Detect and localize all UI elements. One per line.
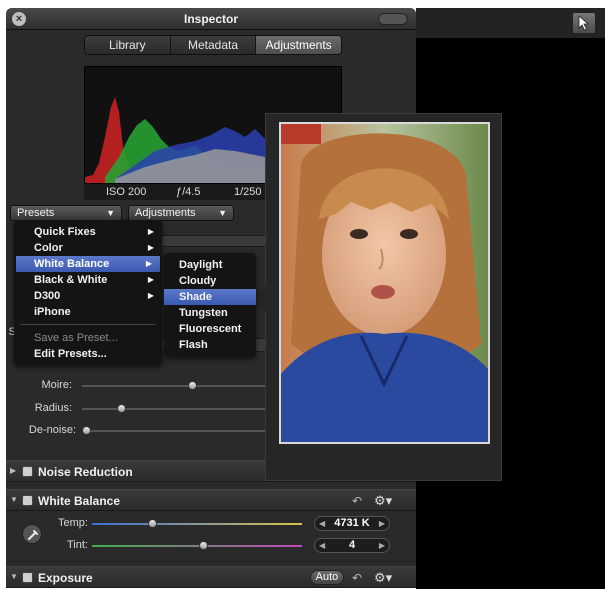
submenu-arrow-icon: ▶	[147, 291, 154, 300]
menu-item-cloudy[interactable]: Cloudy	[164, 273, 256, 289]
radius-slider-knob[interactable]	[117, 404, 127, 413]
menu-item-save-as-preset: Save as Preset...	[34, 332, 118, 344]
presets-dropdown[interactable]: Presets ▼	[10, 205, 122, 221]
submenu-arrow-icon: ▶	[147, 227, 154, 236]
menu-item-label: Black & White	[34, 274, 108, 286]
gear-icon[interactable]: ⚙▾	[374, 493, 392, 509]
tab-library[interactable]: Library	[85, 36, 171, 54]
decrement-icon[interactable]: ◀	[319, 517, 325, 530]
toolbar-toggle-button[interactable]	[378, 13, 408, 25]
hidden-control	[156, 235, 266, 247]
temp-value: 4731 K	[334, 517, 370, 529]
white-balance-header[interactable]: ▼ White Balance ↶ ⚙▾	[6, 489, 416, 511]
white-balance-title: White Balance	[38, 494, 121, 508]
submenu-arrow-icon: ▶	[147, 275, 154, 284]
submenu-arrow-icon: ▶	[147, 243, 154, 252]
submenu-arrow-icon: ▶	[145, 259, 152, 268]
menu-item-label: Quick Fixes	[34, 226, 96, 238]
temp-label: Temp:	[58, 517, 88, 529]
denoise-label: De-noise:	[28, 424, 76, 436]
presets-dropdown-label: Presets	[17, 207, 55, 219]
disclosure-triangle-icon[interactable]: ▶	[10, 466, 16, 475]
undo-icon[interactable]: ↶	[352, 571, 362, 585]
radius-slider[interactable]	[82, 408, 268, 410]
menu-item-white-balance[interactable]: White Balance ▶	[16, 256, 160, 272]
gear-icon[interactable]: ⚙▾	[374, 570, 392, 586]
noise-reduction-title: Noise Reduction	[38, 465, 133, 479]
tab-metadata[interactable]: Metadata	[171, 36, 257, 54]
menu-item-daylight[interactable]: Daylight	[164, 257, 256, 273]
tint-slider-knob[interactable]	[199, 541, 208, 550]
moire-slider[interactable]	[82, 385, 268, 387]
denoise-slider-knob[interactable]	[82, 426, 91, 435]
tint-label: Tint:	[67, 539, 88, 551]
exposure-header[interactable]: ▼ Exposure Auto ↶ ⚙▾	[6, 566, 416, 588]
menu-item-color[interactable]: Color ▶	[14, 240, 162, 256]
menu-item-fluorescent[interactable]: Fluorescent	[164, 321, 256, 337]
adjustments-dropdown[interactable]: Adjustments ▼	[128, 205, 234, 221]
tint-value-field[interactable]: ◀ 4 ▶	[314, 538, 390, 553]
tab-adjustments[interactable]: Adjustments	[256, 36, 341, 54]
chevron-down-icon: ▼	[106, 208, 115, 218]
disclosure-triangle-icon[interactable]: ▼	[10, 572, 18, 581]
tint-slider[interactable]	[92, 545, 302, 547]
menu-item-tungsten[interactable]: Tungsten	[164, 305, 256, 321]
menu-item-label: White Balance	[34, 258, 110, 270]
inspector-tabs: Library Metadata Adjustments	[84, 35, 342, 55]
preview-photo	[279, 122, 490, 444]
screenshot-stage: × Inspector Library Metadata Adjustments…	[0, 0, 605, 589]
menu-item-flash[interactable]: Flash	[164, 337, 256, 353]
iso-value: ISO 200	[106, 186, 147, 198]
temp-value-field[interactable]: ◀ 4731 K ▶	[314, 516, 390, 531]
radius-label: Radius:	[34, 402, 72, 414]
increment-icon[interactable]: ▶	[379, 539, 385, 552]
noise-reduction-checkbox[interactable]	[22, 466, 33, 477]
menu-separator	[20, 324, 156, 325]
exposure-title: Exposure	[38, 571, 93, 585]
undo-icon[interactable]: ↶	[352, 494, 362, 508]
presets-menu: Quick Fixes ▶ Color ▶ White Balance ▶ Bl…	[14, 220, 162, 365]
disclosure-triangle-icon[interactable]: ▼	[10, 495, 18, 504]
exposure-checkbox[interactable]	[22, 572, 33, 583]
white-balance-checkbox[interactable]	[22, 495, 33, 506]
inspector-titlebar: × Inspector	[6, 8, 416, 30]
shutter-value: 1/250	[234, 186, 262, 198]
menu-item-iphone[interactable]: iPhone	[14, 304, 162, 320]
menu-item-black-white[interactable]: Black & White ▶	[14, 272, 162, 288]
chevron-down-icon: ▼	[218, 208, 227, 218]
adjustments-dropdown-label: Adjustments	[135, 207, 196, 219]
auto-exposure-button[interactable]: Auto	[310, 570, 344, 585]
moire-slider-knob[interactable]	[188, 381, 198, 390]
menu-item-label: iPhone	[34, 306, 71, 318]
menu-item-label: D300	[34, 290, 61, 302]
menu-item-edit-presets[interactable]: Edit Presets...	[14, 346, 162, 362]
moire-label: Moire:	[41, 379, 72, 391]
decrement-icon[interactable]: ◀	[319, 539, 325, 552]
menu-item-label: Color	[34, 242, 63, 254]
menu-item-shade[interactable]: Shade	[164, 289, 256, 305]
white-balance-submenu: Daylight Cloudy Shade Tungsten Fluoresce…	[164, 253, 256, 357]
temp-slider-knob[interactable]	[148, 519, 157, 528]
tint-value: 4	[348, 539, 356, 551]
temp-slider[interactable]	[92, 523, 302, 525]
denoise-slider[interactable]	[82, 430, 268, 432]
menu-item-d300[interactable]: D300 ▶	[14, 288, 162, 304]
cursor-icon[interactable]	[572, 12, 596, 34]
aperture-value: ƒ/4.5	[176, 186, 201, 198]
menu-item-quick-fixes[interactable]: Quick Fixes ▶	[14, 224, 162, 240]
increment-icon[interactable]: ▶	[379, 517, 385, 530]
inspector-title: Inspector	[183, 12, 238, 26]
eyedropper-icon[interactable]	[22, 524, 42, 544]
